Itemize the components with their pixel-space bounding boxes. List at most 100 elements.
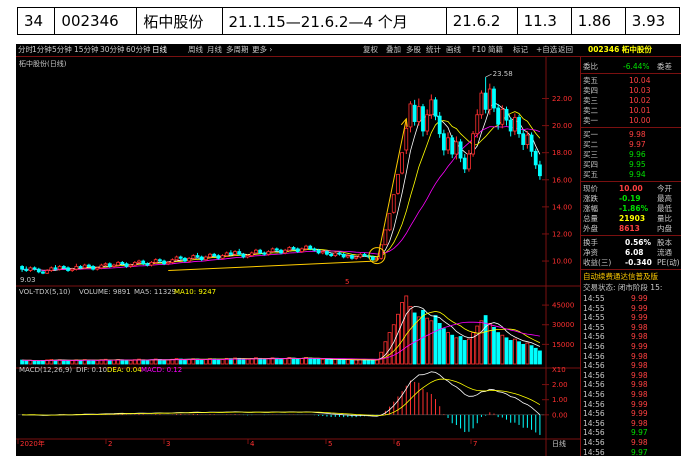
candle-body: [24, 268, 29, 271]
volume-bar: [412, 312, 417, 365]
volume-bar: [295, 358, 300, 365]
volume-bar: [112, 359, 116, 365]
volume-bar: [36, 360, 41, 365]
candle-body: [32, 267, 37, 270]
candle-body: [525, 134, 530, 145]
volume-bar: [266, 358, 271, 365]
price-axis-label: 16.00: [552, 176, 572, 184]
info-row: 34 002346 柘中股份 21.1.15—21.6.2—4 个月 21.6.…: [16, 7, 681, 35]
tick-time: 14:55: [583, 294, 605, 303]
volume-bar: [312, 358, 317, 365]
tick-row: 14:55 9.98: [581, 323, 681, 333]
tick-price: 9.99: [631, 294, 648, 303]
rank-cell: 34: [16, 7, 56, 35]
bid-level: 买五 9.94: [581, 170, 681, 180]
macd-dif: DIF: 0.10: [76, 366, 107, 374]
volume-bar: [329, 359, 334, 365]
candle-body: [458, 141, 463, 159]
tick-row: 14:56 9.98: [581, 390, 681, 400]
bid-level: 买二 9.97: [581, 140, 681, 150]
volume-bar: [400, 302, 405, 365]
candle-body: [408, 103, 413, 128]
volume-bar: [61, 359, 66, 365]
candle-body: [241, 253, 246, 258]
weicha-label: 委差: [657, 62, 672, 71]
volume-bar: [53, 359, 58, 365]
period-cell: 21.1.15—21.6.2—4 个月: [221, 7, 447, 35]
value-cell-2: 1.86: [570, 7, 626, 35]
stat-label-2: 股本: [657, 238, 672, 247]
candle-body: [245, 255, 250, 258]
ask-level: 卖二 10.01: [581, 106, 681, 116]
candle-body: [425, 114, 430, 132]
ask-price: 10.04: [629, 76, 651, 85]
candle-body: [479, 92, 484, 116]
volume-indicator-label: VOL-TDX(5,10): [19, 288, 71, 296]
volume-bar: [87, 359, 91, 365]
candle-body: [325, 251, 329, 255]
volume-bar: [429, 320, 434, 365]
volume-bar: [203, 359, 208, 365]
tick-price: 9.98: [631, 351, 648, 361]
stat-value: 0.56%: [625, 238, 652, 247]
quote-value: 8613: [619, 224, 640, 233]
tick-price: 9.98: [631, 418, 648, 428]
candle-body: [308, 245, 313, 250]
candle-body: [512, 117, 517, 132]
ask-price: 10.02: [629, 96, 651, 105]
volume-bar: [333, 359, 338, 365]
candle-body: [350, 255, 354, 259]
candle-body: [421, 106, 425, 132]
volume-ma5: MA5: 11329: [134, 288, 176, 296]
quote-value: -1.86%: [619, 204, 649, 213]
candle-body: [450, 137, 455, 155]
tick-row: 14:56 9.98: [581, 361, 681, 371]
volume-bar: [166, 359, 171, 365]
tick-price: 9.99: [631, 303, 648, 313]
volume-bar: [375, 359, 379, 365]
x-axis-label: 4: [250, 440, 255, 448]
tick-row: 14:56 9.99: [581, 342, 681, 352]
code-cell: 002346: [54, 7, 138, 35]
volume-bar: [345, 359, 350, 365]
volume-bar: [354, 359, 359, 365]
candle-body: [66, 267, 70, 271]
tick-time: 14:56: [583, 428, 605, 438]
tick-price: 9.98: [631, 390, 648, 399]
volume-bar: [337, 359, 342, 365]
volume-bar: [66, 360, 70, 365]
candle-body: [124, 263, 129, 267]
volume-bar: [508, 340, 513, 365]
candle-body: [446, 137, 450, 151]
volume-bar: [149, 359, 154, 365]
candle-body: [429, 99, 434, 116]
candle-body: [20, 266, 24, 270]
quote-label-2: 最低: [657, 204, 672, 213]
candle-body: [249, 252, 254, 257]
volume-bar: [450, 334, 455, 365]
trend-line-base: [168, 260, 378, 272]
bid-level: 买三 9.96: [581, 150, 681, 160]
tick-time: 14:56: [583, 390, 605, 399]
candle-body: [162, 260, 166, 265]
volume-unit-label: X10: [552, 366, 566, 374]
volume-bar: [441, 328, 446, 365]
bid-price: 9.94: [629, 170, 646, 179]
candle-body: [312, 248, 317, 251]
quote-label-2: 今开: [657, 184, 672, 193]
macd-axis-label: 2.00: [552, 381, 568, 389]
macd-indicator-label: MACD(12,26,9): [19, 366, 72, 374]
stat-row: 收益(三) -0.340 PE(动): [581, 258, 681, 268]
candle-body: [170, 259, 175, 263]
ask-label: 卖五: [583, 76, 598, 85]
volume-bar: [517, 341, 521, 365]
bid-price: 9.96: [629, 150, 646, 159]
volume-bar: [504, 337, 509, 365]
candle-body: [370, 256, 375, 261]
volume-bar: [245, 358, 250, 365]
tick-price: 9.98: [631, 380, 648, 390]
volume-bar: [199, 359, 204, 365]
tick-price: 9.97: [631, 428, 648, 438]
volume-bar: [325, 359, 329, 365]
candle-body: [299, 248, 304, 252]
